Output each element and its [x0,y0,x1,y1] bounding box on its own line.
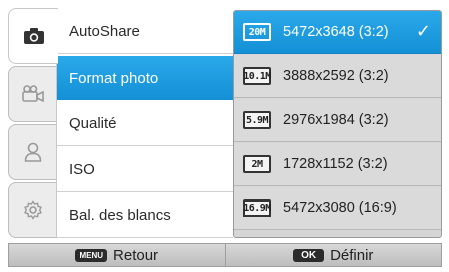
resolution-2m-icon: 2M [243,155,271,173]
menu-item-qualite[interactable]: Qualité [57,102,233,146]
back-label: Retour [113,246,159,264]
menu-item-label: ISO [69,161,95,178]
back-button[interactable]: MENU Retour [9,244,225,266]
option-5472x3080[interactable]: 16.9M 5472x3080 (16:9) [234,187,441,230]
menu-item-label: Format photo [69,69,159,87]
category-tabs [8,8,58,238]
tab-camera[interactable] [8,8,58,64]
option-label: 2976x1984 (3:2) [283,112,389,128]
bottom-action-bar: MENU Retour OK Définir [8,243,442,267]
ok-key-icon: OK [293,248,325,262]
option-label: 5472x3080 (16:9) [283,200,397,216]
resolution-20m-icon: 20M [243,23,271,41]
checkmark-icon: ✓ [415,21,431,42]
resolution-16-9m-wide-icon: 16.9M [243,199,271,217]
menu-item-autoshare[interactable]: AutoShare [57,10,233,54]
resolution-5-9m-icon: 5.9M [243,111,271,129]
option-5472x3648[interactable]: 20M 5472x3648 (3:2) ✓ [234,11,441,54]
video-camera-icon [21,85,45,103]
menu-item-label: Bal. des blancs [69,207,171,224]
resolution-10-1m-icon: 10.1M [243,67,271,85]
settings-menu-list: AutoShare Format photo Qualité ISO Bal. … [56,10,233,238]
option-label: 3888x2592 (3:2) [283,68,389,84]
photo-size-options: 20M 5472x3648 (3:2) ✓ 10.1M 3888x2592 (3… [233,10,442,238]
gear-icon [23,200,43,220]
tab-video[interactable] [8,66,56,122]
option-label: 5472x3648 (3:2) [283,24,389,40]
menu-item-format-photo[interactable]: Format photo [57,56,233,100]
tab-settings[interactable] [8,182,56,238]
confirm-button[interactable]: OK Définir [224,244,442,266]
user-icon [24,142,42,162]
option-1728x1152[interactable]: 2M 1728x1152 (3:2) [234,143,441,186]
confirm-label: Définir [330,246,374,264]
option-3888x2592[interactable]: 10.1M 3888x2592 (3:2) [234,55,441,98]
tab-user[interactable] [8,124,56,180]
menu-item-iso[interactable]: ISO [57,148,233,192]
menu-item-label: AutoShare [69,23,140,40]
option-2976x1984[interactable]: 5.9M 2976x1984 (3:2) [234,99,441,142]
menu-key-icon: MENU [75,248,108,262]
option-label: 1728x1152 (3:2) [283,156,388,172]
camera-settings-screen: AutoShare Format photo Qualité ISO Bal. … [0,0,449,272]
menu-item-label: Qualité [69,115,117,132]
menu-item-bal-des-blancs[interactable]: Bal. des blancs [57,194,233,238]
camera-icon [23,27,45,45]
